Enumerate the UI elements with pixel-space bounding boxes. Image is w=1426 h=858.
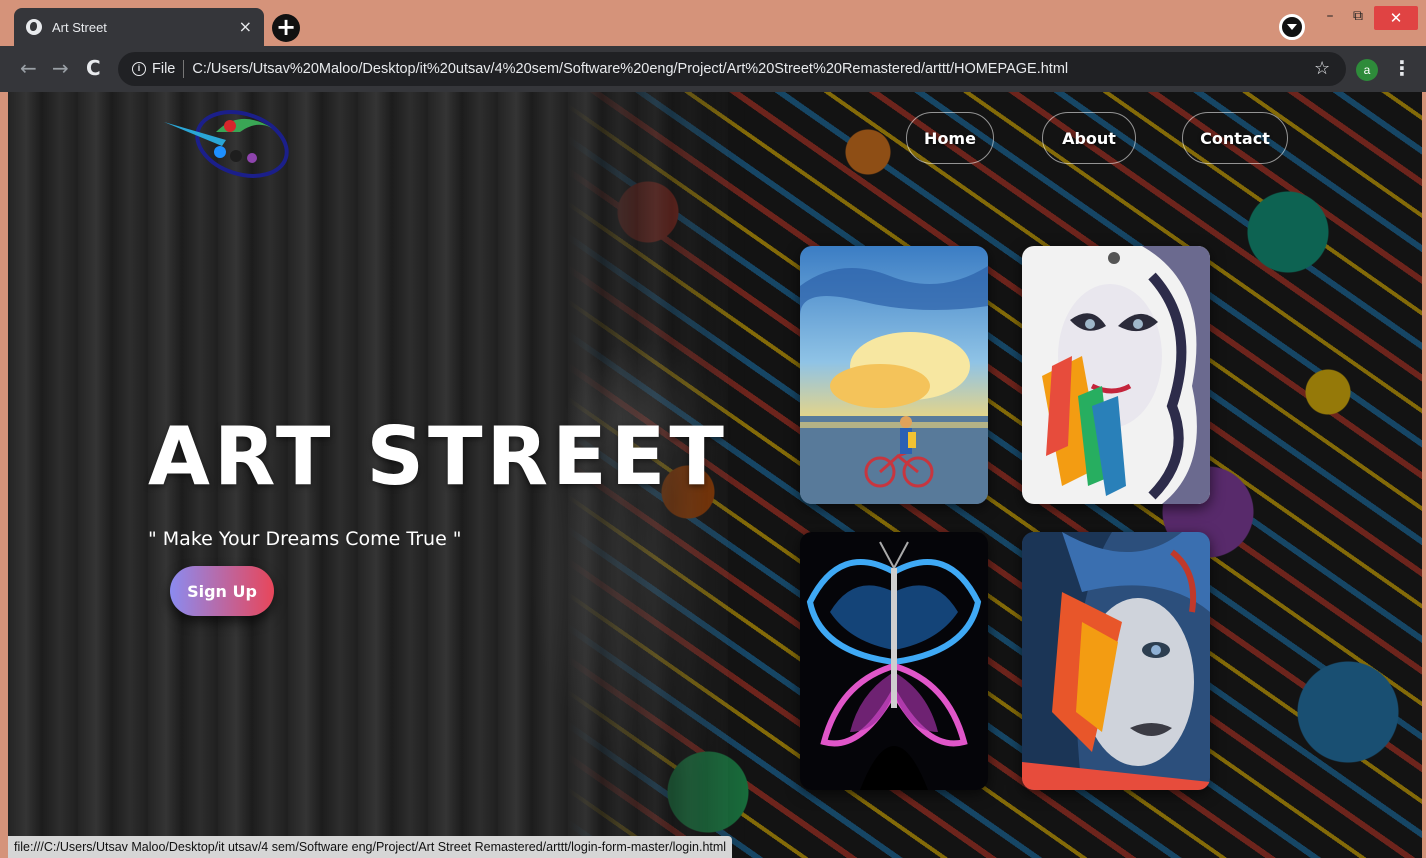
browser-tab[interactable]: Art Street × xyxy=(14,8,264,46)
hero-title: ART STREET xyxy=(148,410,728,503)
palette-logo-icon[interactable] xyxy=(156,102,296,182)
bookmark-star-icon[interactable]: ☆ xyxy=(1314,58,1330,79)
nav-home-link[interactable]: Home xyxy=(906,112,994,164)
hero-tagline: " Make Your Dreams Come True " xyxy=(148,528,462,550)
new-tab-button[interactable]: + xyxy=(272,14,300,42)
maximize-button[interactable]: ⧉ xyxy=(1348,8,1368,24)
face-with-paint-splash-painting-icon xyxy=(1022,246,1210,504)
nav-contact-link[interactable]: Contact xyxy=(1182,112,1288,164)
browser-titlebar: Art Street × + – ⧉ ✕ xyxy=(0,0,1426,46)
nav-about-link[interactable]: About xyxy=(1042,112,1136,164)
gallery-card-boy-bicycle[interactable] xyxy=(800,246,988,504)
sign-up-button[interactable]: Sign Up xyxy=(170,566,274,616)
gallery-card-graffiti-woman[interactable] xyxy=(1022,532,1210,790)
tab-close-icon[interactable]: × xyxy=(239,19,252,35)
chrome-dropdown-icon[interactable] xyxy=(1279,14,1305,40)
page-viewport: Home About Contact ART STREET " Make You… xyxy=(8,92,1422,858)
gallery-card-face-splash[interactable] xyxy=(1022,246,1210,504)
forward-icon[interactable]: → xyxy=(52,57,69,79)
status-bar-link-preview: file:///C:/Users/Utsav Maloo/Desktop/it … xyxy=(8,836,733,858)
neon-butterfly-art-icon xyxy=(800,532,988,790)
gallery-card-butterfly[interactable] xyxy=(800,532,988,790)
profile-avatar[interactable]: a xyxy=(1356,59,1378,81)
kebab-menu-icon[interactable]: ⋮ xyxy=(1392,56,1412,80)
url-text[interactable]: C:/Users/Utsav%20Maloo/Desktop/it%20utsa… xyxy=(192,61,1068,77)
address-bar[interactable]: i File C:/Users/Utsav%20Maloo/Desktop/it… xyxy=(118,52,1346,86)
tab-title: Art Street xyxy=(52,19,107,35)
browser-toolbar: ← → C i File C:/Users/Utsav%20Maloo/Desk… xyxy=(0,46,1426,92)
reload-icon[interactable]: C xyxy=(86,57,101,79)
graffiti-woman-portrait-icon xyxy=(1022,532,1210,790)
url-separator xyxy=(183,60,185,78)
boy-with-bicycle-painting-icon xyxy=(800,246,988,504)
close-window-button[interactable]: ✕ xyxy=(1374,6,1418,30)
globe-icon xyxy=(26,19,42,35)
scheme-label: File xyxy=(152,61,176,77)
info-icon[interactable]: i xyxy=(132,62,146,76)
minimize-button[interactable]: – xyxy=(1320,8,1340,24)
back-icon[interactable]: ← xyxy=(20,57,37,79)
